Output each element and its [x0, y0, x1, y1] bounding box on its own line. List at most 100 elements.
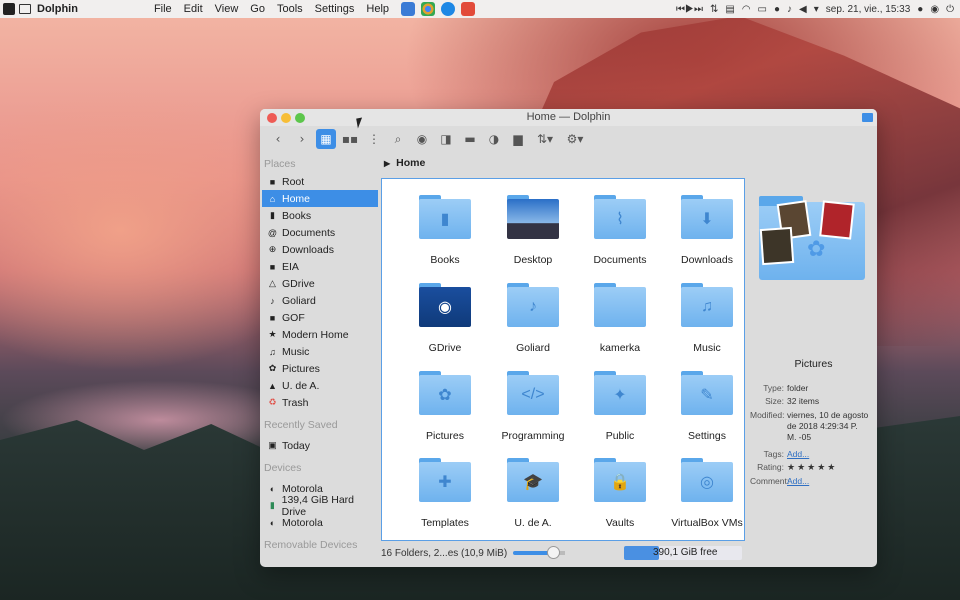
folder-icon: ♫: [681, 283, 733, 327]
sidebar-item-label: Downloads: [282, 243, 334, 256]
video-launcher-icon[interactable]: [461, 2, 476, 16]
window-icon[interactable]: [19, 4, 31, 14]
chevron-down-icon[interactable]: ▾: [814, 4, 819, 15]
preview-button[interactable]: ◉: [412, 129, 432, 149]
sidebar-item-goliard[interactable]: ♪ Goliard: [262, 292, 378, 309]
network-icon[interactable]: ⇅: [710, 4, 718, 15]
hidden-files-button[interactable]: ◑: [484, 129, 504, 149]
back-button[interactable]: ‹: [268, 129, 288, 149]
power-icon[interactable]: ⏻: [946, 4, 954, 15]
sidebar-item-pictures[interactable]: ✿ Pictures: [262, 360, 378, 377]
file-item-pictures[interactable]: ✿ Pictures: [402, 371, 488, 442]
file-item-books[interactable]: ▮ Books: [402, 195, 488, 266]
sidebar-item-documents[interactable]: @ Documents: [262, 224, 378, 241]
details-view-button[interactable]: ⋮: [364, 129, 384, 149]
volume-icon[interactable]: ◀: [799, 4, 807, 15]
file-item-gdrive[interactable]: ◉ GDrive: [402, 283, 488, 354]
meta-rating-key: Rating:: [757, 462, 784, 472]
free-space-label: 390,1 GiB free: [653, 547, 718, 558]
menu-help[interactable]: Help: [366, 3, 389, 15]
file-item-documents[interactable]: ⌇ Documents: [577, 195, 663, 266]
sidebar-item-hard-drive[interactable]: ▮ 139,4 GiB Hard Drive: [262, 494, 378, 518]
sidebar-item-downloads[interactable]: ⊕ Downloads: [262, 241, 378, 258]
icons-view-button[interactable]: ▦: [316, 129, 336, 149]
sidebar-item-label: EIA: [282, 260, 299, 273]
menu-edit[interactable]: Edit: [184, 3, 203, 15]
zoom-slider-handle[interactable]: [547, 546, 561, 559]
clock[interactable]: sep. 21, vie., 15:33: [826, 4, 911, 15]
file-item-downloads[interactable]: ⬇ Downloads: [664, 195, 750, 266]
chrome-launcher-icon[interactable]: [421, 2, 436, 16]
sidebar-item-gdrive[interactable]: △ GDrive: [262, 275, 378, 292]
devices-header: Devices: [264, 462, 302, 474]
sidebar-item-today[interactable]: ▣ Today: [262, 437, 378, 454]
compact-view-button[interactable]: ▪▪: [340, 129, 360, 149]
battery-icon[interactable]: ▭: [758, 4, 767, 15]
search-button[interactable]: ⌕: [388, 129, 408, 149]
sidebar-item-gof[interactable]: ■ GOF: [262, 309, 378, 326]
sidebar-item-root[interactable]: ■ Root: [262, 173, 378, 190]
file-item-settings[interactable]: ✎ Settings: [664, 371, 750, 442]
media-prev-icon[interactable]: ⏮▶⏭: [676, 4, 703, 15]
dolphin-app-icon[interactable]: [3, 3, 15, 15]
file-item-label: Vaults: [605, 517, 635, 529]
bell-icon[interactable]: ♪: [787, 4, 792, 15]
breadcrumb-home[interactable]: Home: [396, 157, 425, 169]
zoom-slider[interactable]: [513, 546, 566, 559]
file-item-public[interactable]: ✦ Public: [577, 371, 663, 442]
sidebar-item-trash[interactable]: ♻ Trash: [262, 394, 378, 411]
minimize-button[interactable]: [281, 113, 291, 123]
edge-launcher-icon[interactable]: [441, 2, 456, 16]
meta-tags: Tags: Add...: [750, 449, 877, 459]
file-item-programming[interactable]: </> Programming: [490, 371, 576, 442]
sidebar-item-home[interactable]: ⌂ Home: [262, 190, 378, 207]
download-icon: ⊕: [268, 244, 277, 254]
file-item-templates[interactable]: ✚ Templates: [402, 458, 488, 529]
file-item-goliard[interactable]: ♪ Goliard: [490, 283, 576, 354]
close-button[interactable]: [267, 113, 277, 123]
menu-settings[interactable]: Settings: [315, 3, 355, 15]
clipboard-icon[interactable]: ▤: [725, 4, 734, 15]
settings-menu-button[interactable]: ⚙▾: [562, 129, 588, 149]
sidebar-item-eia[interactable]: ■ EIA: [262, 258, 378, 275]
file-item-music[interactable]: ♫ Music: [664, 283, 750, 354]
add-tags-link[interactable]: Add...: [787, 449, 809, 459]
file-item-virtualbox-vms[interactable]: ◎ VirtualBox VMs: [664, 458, 750, 529]
terminal-button[interactable]: ▬: [460, 129, 480, 149]
add-comment-link[interactable]: Add...: [787, 476, 809, 486]
meta-size: Size: 32 items: [750, 396, 877, 406]
lock-icon[interactable]: ●: [774, 4, 780, 15]
sidebar-item-books[interactable]: ▮ Books: [262, 207, 378, 224]
sort-button[interactable]: ⇅▾: [532, 129, 558, 149]
new-folder-button[interactable]: ▆: [508, 129, 528, 149]
file-item-label: Music: [693, 342, 721, 354]
drop-icon[interactable]: ●: [917, 4, 923, 15]
menu-go[interactable]: Go: [250, 3, 265, 15]
settings-icon[interactable]: ◉: [930, 4, 939, 15]
menu-view[interactable]: View: [215, 3, 239, 15]
split-button[interactable]: ◨: [436, 129, 456, 149]
file-item-desktop[interactable]: Desktop: [490, 195, 576, 266]
titlebar[interactable]: Home — Dolphin: [260, 109, 877, 126]
file-view[interactable]: ▮ Books Desktop ⌇ Documents ⬇ Downloads ◉ GDrive…: [381, 178, 745, 541]
forward-button[interactable]: ›: [292, 129, 312, 149]
sidebar-item-u-de-a[interactable]: ▲ U. de A.: [262, 377, 378, 394]
sidebar-item-music[interactable]: ♫ Music: [262, 343, 378, 360]
maximize-button[interactable]: [295, 113, 305, 123]
sidebar-item-modern-home[interactable]: ★ Modern Home: [262, 326, 378, 343]
file-item-vaults[interactable]: 🔒 Vaults: [577, 458, 663, 529]
meta-rating: Rating: ★★★★★: [750, 462, 877, 473]
file-item-kamerka[interactable]: kamerka: [577, 283, 663, 354]
places-header: Places: [264, 158, 296, 170]
wifi-icon[interactable]: ◠: [742, 4, 751, 15]
file-item-label: Desktop: [513, 254, 553, 266]
free-space-indicator[interactable]: 390,1 GiB free: [624, 546, 742, 560]
breadcrumb[interactable]: ▶ Home: [384, 157, 425, 169]
files-launcher-icon[interactable]: [401, 2, 416, 16]
menu-file[interactable]: File: [154, 3, 172, 15]
drive-icon: △: [269, 278, 276, 288]
file-item-u-de-a-[interactable]: 🎓 U. de A.: [490, 458, 576, 529]
menu-tools[interactable]: Tools: [277, 3, 303, 15]
rating-stars[interactable]: ★★★★★: [787, 462, 837, 473]
status-summary: 16 Folders, 2...es (10,9 MiB): [381, 547, 508, 559]
